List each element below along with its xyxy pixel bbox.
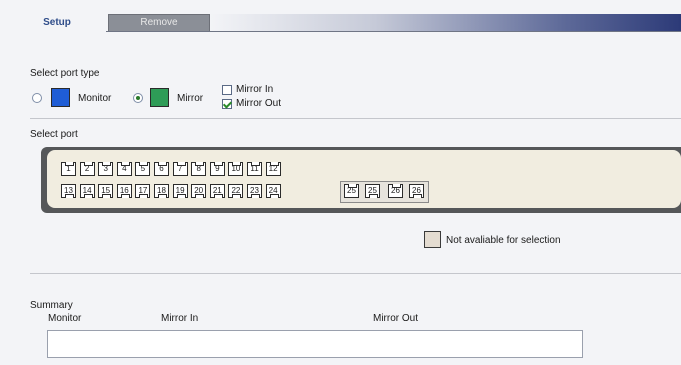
port-25[interactable]: 25	[344, 184, 359, 198]
divider	[30, 273, 681, 274]
port-26[interactable]: 26	[388, 184, 403, 198]
tab-setup[interactable]: Setup	[8, 14, 106, 32]
port-4[interactable]: 4	[116, 162, 132, 176]
port-11[interactable]: 11	[247, 162, 262, 176]
port-25[interactable]: 25	[365, 184, 380, 198]
mirror-out-checkbox[interactable]	[222, 99, 232, 109]
select-port-type-heading: Select port type	[30, 68, 100, 79]
port-6[interactable]: 6	[154, 162, 169, 176]
port-20[interactable]: 20	[191, 184, 207, 198]
port-12[interactable]: 12	[265, 162, 281, 176]
mirror-radio[interactable]	[133, 93, 143, 103]
not-available-legend-label: Not avaliable for selection	[446, 235, 561, 246]
monitor-color-swatch	[51, 88, 70, 107]
port-18[interactable]: 18	[154, 184, 169, 198]
port-23[interactable]: 23	[247, 184, 262, 198]
port-10[interactable]: 10	[228, 162, 244, 176]
port-13[interactable]: 13	[61, 184, 76, 198]
port-16[interactable]: 16	[116, 184, 132, 198]
summary-col-mirror-out: Mirror Out	[373, 313, 418, 324]
tab-bar-gradient	[210, 14, 681, 32]
tab-bar: Setup Remove	[0, 0, 681, 32]
port-24[interactable]: 24	[265, 184, 281, 198]
port-3[interactable]: 3	[98, 162, 114, 176]
monitor-label: Monitor	[78, 93, 112, 104]
mirror-out-label: Mirror Out	[236, 98, 281, 109]
mirror-label: Mirror	[177, 93, 204, 104]
divider	[30, 118, 681, 119]
not-available-legend-swatch	[424, 231, 441, 248]
port-9[interactable]: 9	[209, 162, 225, 176]
mirror-in-label: Mirror In	[236, 84, 274, 95]
port-17[interactable]: 17	[135, 184, 151, 198]
summary-field	[47, 330, 583, 358]
summary-col-mirror-in: Mirror In	[161, 313, 199, 324]
port-22[interactable]: 22	[228, 184, 244, 198]
port-2[interactable]: 2	[79, 162, 95, 176]
port-8[interactable]: 8	[191, 162, 207, 176]
port-21[interactable]: 21	[209, 184, 225, 198]
port-5[interactable]: 5	[135, 162, 151, 176]
port-15[interactable]: 15	[98, 184, 114, 198]
summary-heading: Summary	[30, 300, 73, 311]
tab-underline	[106, 31, 681, 32]
mirror-color-swatch	[150, 88, 169, 107]
port-26[interactable]: 26	[409, 184, 424, 198]
select-port-heading: Select port	[30, 129, 78, 140]
port-14[interactable]: 14	[79, 184, 95, 198]
monitor-radio[interactable]	[32, 93, 42, 103]
port-19[interactable]: 19	[172, 184, 188, 198]
port-7[interactable]: 7	[172, 162, 188, 176]
summary-col-monitor: Monitor	[48, 313, 82, 324]
port-1[interactable]: 1	[61, 162, 76, 176]
mirror-in-checkbox[interactable]	[222, 85, 232, 95]
tab-remove[interactable]: Remove	[108, 14, 210, 32]
